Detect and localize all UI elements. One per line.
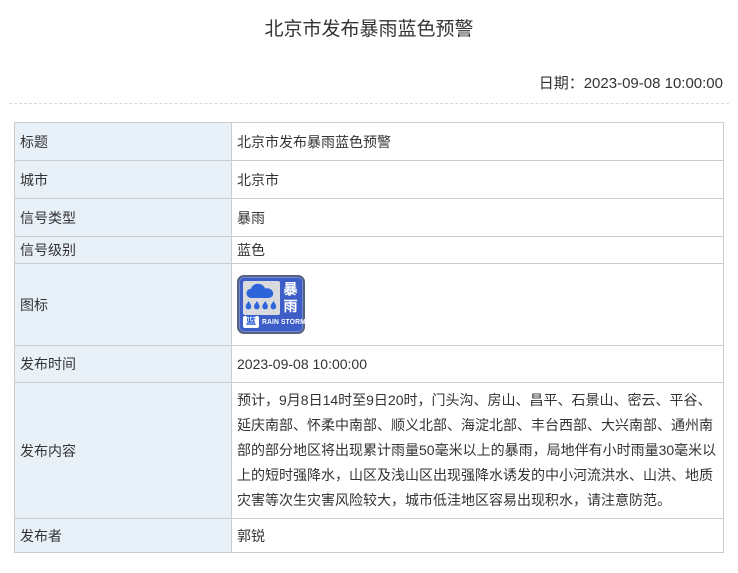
row-publish-time: 发布时间 2023-09-08 10:00:00: [15, 346, 724, 383]
date-value: 2023-09-08 10:00:00: [584, 75, 723, 92]
warning-info-table: 标题 北京市发布暴雨蓝色预警 城市 北京市 信号类型 暴雨 信号级别 蓝色 图标: [14, 122, 724, 553]
row-signal-level: 信号级别 蓝色: [15, 237, 724, 264]
rain-cloud-glyph: [243, 281, 280, 315]
warning-detail-page: 北京市发布暴雨蓝色预警 日期：2023-09-08 10:00:00 标题 北京…: [0, 14, 738, 573]
rainstorm-blue-warning-icon: 暴 雨 蓝 RAIN STORM: [237, 275, 305, 334]
dashed-divider: [9, 103, 729, 104]
label-cell: 信号类型: [15, 199, 232, 237]
icon-cn-label: 暴 雨: [281, 281, 300, 315]
label-cell: 标题: [15, 123, 232, 161]
value-cell: 暴 雨 蓝 RAIN STORM: [232, 264, 724, 346]
row-city: 城市 北京市: [15, 161, 724, 199]
value-cell: 北京市发布暴雨蓝色预警: [232, 123, 724, 161]
value-cell: 2023-09-08 10:00:00: [232, 346, 724, 383]
publish-date-line: 日期：2023-09-08 10:00:00: [0, 72, 723, 93]
row-signal-type: 信号类型 暴雨: [15, 199, 724, 237]
warning-content-text: 预计，9月8日14时至9日20时，门头沟、房山、昌平、石景山、密云、平谷、延庆南…: [237, 388, 718, 513]
icon-english-label: RAIN STORM: [262, 319, 306, 326]
page-title: 北京市发布暴雨蓝色预警: [0, 14, 738, 41]
icon-cn-char-top: 暴: [281, 281, 300, 298]
label-cell: 图标: [15, 264, 232, 346]
icon-bottom-strip: 蓝 RAIN STORM: [243, 316, 301, 328]
row-publish-content: 发布内容 预计，9月8日14时至9日20时，门头沟、房山、昌平、石景山、密云、平…: [15, 383, 724, 519]
value-cell: 蓝色: [232, 237, 724, 264]
label-cell: 发布者: [15, 519, 232, 553]
label-cell: 发布内容: [15, 383, 232, 519]
icon-level-badge: 蓝: [243, 316, 259, 328]
value-cell: 北京市: [232, 161, 724, 199]
label-cell: 城市: [15, 161, 232, 199]
value-cell: 预计，9月8日14时至9日20时，门头沟、房山、昌平、石景山、密云、平谷、延庆南…: [232, 383, 724, 519]
row-publisher: 发布者 郭锐: [15, 519, 724, 553]
label-cell: 发布时间: [15, 346, 232, 383]
row-icon: 图标: [15, 264, 724, 346]
row-title: 标题 北京市发布暴雨蓝色预警: [15, 123, 724, 161]
label-cell: 信号级别: [15, 237, 232, 264]
value-cell: 郭锐: [232, 519, 724, 553]
value-cell: 暴雨: [232, 199, 724, 237]
icon-cn-char-bottom: 雨: [281, 298, 300, 315]
date-label: 日期：: [539, 75, 584, 92]
